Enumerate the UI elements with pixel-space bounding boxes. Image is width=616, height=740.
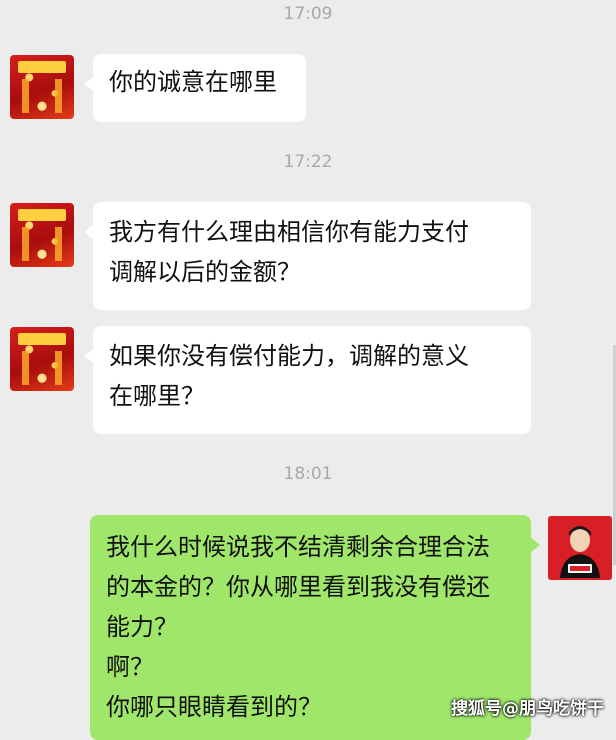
message-text: 啊？ [106, 653, 154, 681]
watermark: 搜狐号@朋鸟吃饼干 [451, 699, 604, 719]
message-text: 的本金的？你从哪里看到我没有偿还 [106, 573, 490, 601]
contact-avatar[interactable] [10, 55, 74, 119]
bubble-tail [84, 76, 94, 92]
avatar-pillar-shape [22, 79, 29, 113]
message-text: 调解以后的金额？ [109, 258, 301, 286]
avatar-banner-shape [18, 61, 66, 73]
person-icon [560, 526, 600, 578]
message-text: 我方有什么理由相信你有能力支付 [109, 218, 469, 246]
incoming-message-bubble[interactable]: 我方有什么理由相信你有能力支付 调解以后的金额？ [84, 202, 531, 310]
contact-avatar[interactable] [10, 203, 74, 267]
avatar-pillar-shape [55, 227, 62, 261]
timestamp: 17:09 [283, 4, 333, 24]
timestamp: 18:01 [283, 464, 333, 484]
bubble-tail [84, 348, 94, 364]
avatar-pillar-shape [55, 351, 62, 385]
my-avatar[interactable] [548, 516, 612, 580]
bubble-tail [84, 224, 94, 240]
avatar-banner-shape [18, 333, 66, 345]
message-text: 如果你没有偿付能力，调解的意义 [109, 342, 469, 370]
message-text: 我什么时候说我不结清剩余合理合法 [106, 533, 490, 561]
avatar-banner-shape [18, 209, 66, 221]
message-text: 能力？ [106, 613, 178, 641]
avatar-pillar-shape [55, 79, 62, 113]
incoming-message-bubble[interactable]: 你的诚意在哪里 [84, 54, 306, 122]
avatar-pillar-shape [22, 351, 29, 385]
avatar-pillar-shape [22, 227, 29, 261]
message-text: 你的诚意在哪里 [109, 68, 277, 96]
contact-avatar[interactable] [10, 327, 74, 391]
bubble-tail [530, 537, 540, 553]
incoming-message-bubble[interactable]: 如果你没有偿付能力，调解的意义 在哪里？ [84, 326, 531, 434]
message-text: 在哪里？ [109, 382, 205, 410]
timestamp: 17:22 [283, 152, 333, 172]
